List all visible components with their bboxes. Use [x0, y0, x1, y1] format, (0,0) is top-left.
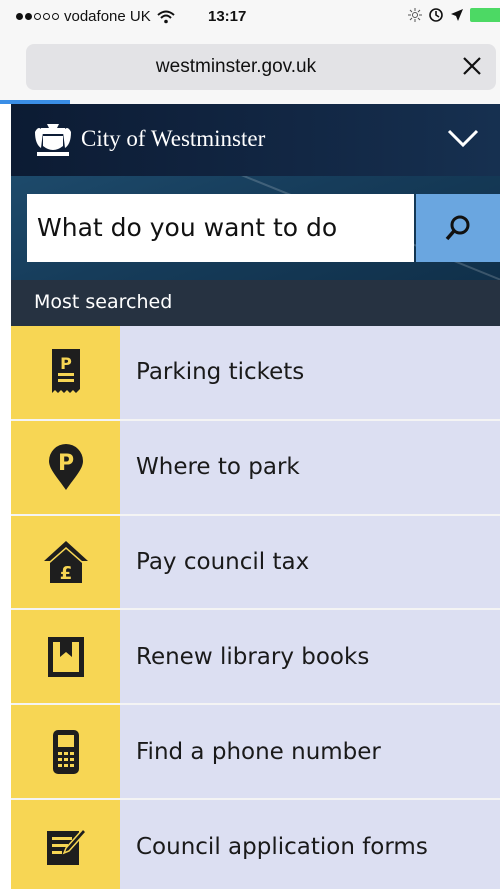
list-item-label: Pay council tax [120, 515, 500, 609]
westminster-crest-icon[interactable] [33, 122, 73, 158]
site-header: City of Westminster [11, 104, 500, 176]
icon-cell [11, 799, 120, 889]
brightness-icon [408, 8, 422, 22]
search-button[interactable] [416, 194, 500, 262]
svg-text:P: P [60, 354, 72, 373]
battery-icon [470, 8, 500, 22]
phone-icon [52, 729, 79, 774]
wifi-icon [157, 10, 175, 23]
location-icon [451, 9, 463, 21]
list-item-label: Where to park [120, 420, 500, 514]
carrier-group: vodafone UK [16, 8, 175, 25]
search-panel: What do you want to do [11, 176, 500, 280]
site-name[interactable]: City of Westminster [81, 126, 265, 152]
most-searched-heading: Most searched [11, 280, 500, 326]
list-item-where-to-park[interactable]: P Where to park [11, 420, 500, 516]
address-url[interactable]: westminster.gov.uk [26, 56, 446, 78]
house-pound-icon: £ [43, 540, 88, 584]
signal-strength [16, 13, 59, 20]
clock: 13:17 [208, 8, 247, 25]
status-icons [408, 7, 500, 23]
list-item-find-a-phone-number[interactable]: Find a phone number [11, 705, 500, 800]
address-bar[interactable]: westminster.gov.uk [26, 44, 496, 90]
signal-dot [52, 13, 59, 20]
carrier-name: vodafone UK [64, 8, 151, 25]
svg-text:P: P [57, 451, 73, 476]
list-item-label: Renew library books [120, 610, 500, 704]
list-item-label: Find a phone number [120, 705, 500, 798]
list-item-parking-tickets[interactable]: P Parking tickets [11, 326, 500, 421]
parking-pin-icon: P [48, 444, 83, 491]
list-item-renew-library-books[interactable]: Renew library books [11, 610, 500, 706]
icon-cell: P [11, 420, 120, 514]
icon-cell: P [11, 326, 120, 419]
chevron-down-icon[interactable] [446, 126, 480, 150]
book-icon [47, 636, 84, 677]
most-searched-list: P Parking tickets P Where to park £ Pay … [11, 326, 500, 889]
browser-toolbar: westminster.gov.uk [0, 34, 500, 104]
list-item-label: Parking tickets [120, 326, 500, 419]
svg-text:£: £ [59, 563, 72, 584]
signal-dot [34, 13, 41, 20]
icon-cell [11, 705, 120, 798]
icon-cell: £ [11, 515, 120, 609]
search-input[interactable]: What do you want to do [27, 194, 414, 262]
close-icon[interactable] [460, 54, 484, 78]
icon-cell [11, 610, 120, 704]
search-icon [445, 215, 470, 241]
parking-ticket-icon: P [51, 349, 80, 394]
list-item-council-application-forms[interactable]: Council application forms [11, 799, 500, 889]
list-item-label: Council application forms [120, 799, 500, 889]
signal-dot [25, 13, 32, 20]
alarm-icon [429, 8, 443, 22]
list-item-pay-council-tax[interactable]: £ Pay council tax [11, 515, 500, 611]
signal-dot [43, 13, 50, 20]
status-bar: vodafone UK 13:17 [0, 0, 500, 34]
signal-dot [16, 13, 23, 20]
form-pencil-icon [46, 828, 87, 866]
